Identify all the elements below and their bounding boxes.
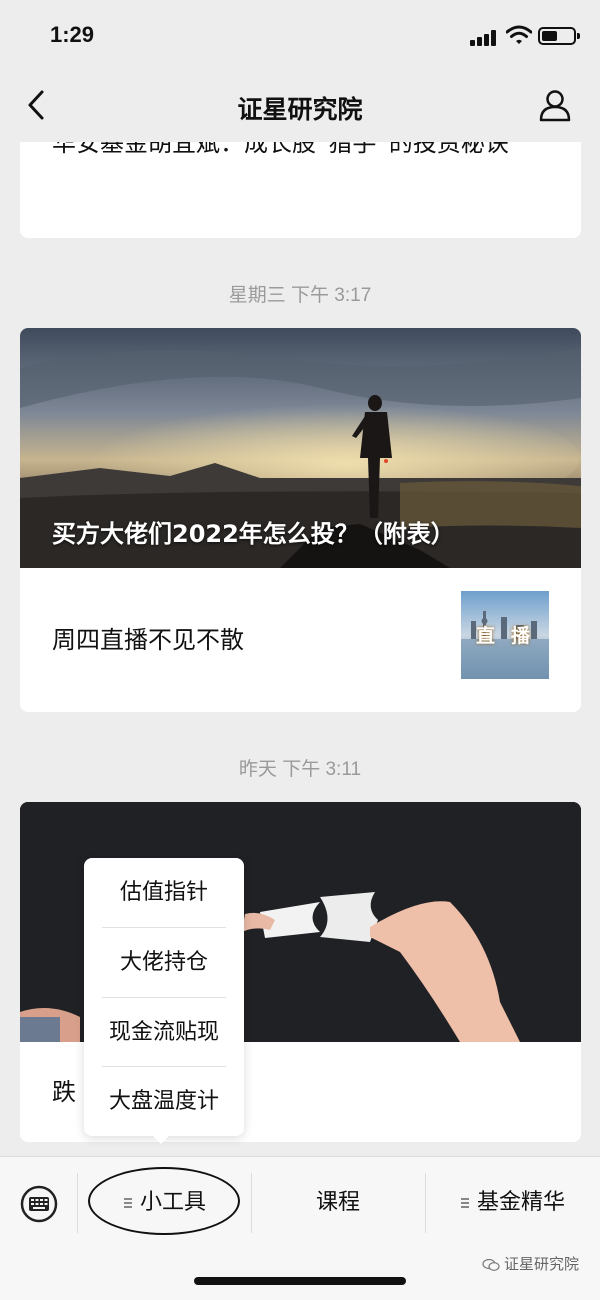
watermark: 证星研究院 bbox=[482, 1253, 579, 1274]
article-sub-item[interactable]: 周四直播不见不散 直播 bbox=[20, 568, 581, 712]
submenu-pointer bbox=[151, 1134, 171, 1144]
wifi-icon bbox=[506, 25, 532, 44]
menu-item-valuation[interactable]: 估值指针 bbox=[84, 858, 244, 927]
article-title: 买方大佬们2022年怎么投？（附表） bbox=[52, 520, 455, 548]
article-card[interactable]: 华安基金胡宜斌：成长股“猎手”的投资秘诀 bbox=[20, 142, 581, 238]
menu-divider bbox=[77, 1173, 78, 1233]
article-subtitle: 周四直播不见不散 bbox=[52, 626, 244, 654]
wechat-icon bbox=[482, 1258, 500, 1271]
article-card[interactable]: 买方大佬们2022年怎么投？（附表） 周四直播不见不散 直播 bbox=[20, 328, 581, 712]
keyboard-icon[interactable] bbox=[20, 1185, 58, 1223]
nav-bar: 证星研究院 bbox=[0, 70, 600, 142]
profile-icon[interactable] bbox=[538, 88, 572, 122]
article-subtitle: 跌 bbox=[52, 1078, 76, 1106]
tab-fund-highlights[interactable]: 基金精华 bbox=[426, 1185, 600, 1221]
submenu-icon bbox=[460, 1198, 469, 1208]
home-indicator bbox=[194, 1277, 406, 1285]
thumbnail-text: 直播 bbox=[475, 625, 546, 647]
highlight-circle bbox=[88, 1167, 240, 1235]
cover-image: 买方大佬们2022年怎么投？（附表） bbox=[20, 328, 581, 568]
status-bar: 1:29 bbox=[0, 0, 600, 70]
menu-item-holdings[interactable]: 大佬持仓 bbox=[84, 928, 244, 997]
bottom-menu-bar: 小工具 课程 基金精华 证星研究院 bbox=[0, 1156, 600, 1300]
timestamp: 昨天 下午 3:11 bbox=[238, 759, 362, 780]
timestamp: 星期三 下午 3:17 bbox=[228, 285, 372, 306]
article-title: 华安基金胡宜斌：成长股“猎手”的投资秘诀 bbox=[52, 142, 509, 157]
page-title: 证星研究院 bbox=[237, 95, 363, 124]
cellular-signal-icon bbox=[470, 30, 498, 46]
menu-item-market-temperature[interactable]: 大盘温度计 bbox=[84, 1067, 244, 1136]
watermark-text: 证星研究院 bbox=[504, 1255, 580, 1273]
status-time: 1:29 bbox=[50, 22, 95, 47]
tab-courses[interactable]: 课程 bbox=[252, 1185, 424, 1221]
menu-item-dcf[interactable]: 现金流贴现 bbox=[84, 998, 244, 1067]
battery-icon bbox=[538, 27, 580, 45]
tab-label: 基金精华 bbox=[476, 1190, 565, 1215]
tools-submenu: 估值指针 大佬持仓 现金流贴现 大盘温度计 bbox=[84, 858, 244, 1136]
tab-label: 课程 bbox=[315, 1190, 360, 1215]
article-thumbnail: 直播 bbox=[461, 591, 549, 679]
